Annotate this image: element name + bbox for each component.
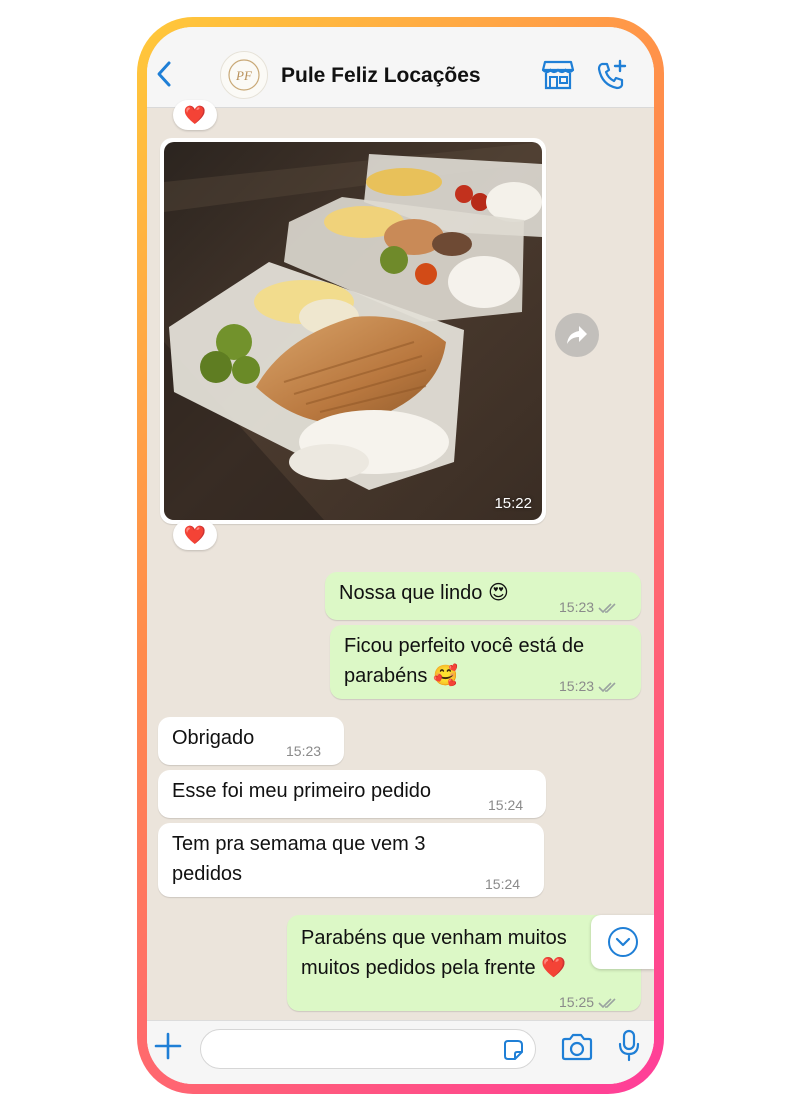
chevron-left-icon xyxy=(157,61,171,87)
outgoing-message[interactable]: Parabéns que venham muitos muitos pedido… xyxy=(287,915,641,1011)
incoming-message[interactable]: Tem pra semama que vem 3 pedidos 15:24 xyxy=(158,823,544,897)
image-message[interactable]: 15:22 xyxy=(160,138,546,524)
outgoing-message[interactable]: Ficou perfeito você está de parabéns 🥰 1… xyxy=(330,625,641,699)
sticker-icon xyxy=(504,1040,523,1060)
chat-header: PF Pule Feliz Locações xyxy=(147,27,654,108)
phone-plus-icon xyxy=(597,59,627,90)
message-time: 15:24 xyxy=(485,876,521,892)
message-text-line-2: pedidos xyxy=(172,863,243,885)
incoming-message[interactable]: Obrigado 15:23 xyxy=(158,717,344,765)
message-time: 15:23 xyxy=(286,743,322,759)
camera-icon xyxy=(561,1033,593,1061)
message-text-line-1: Tem pra semama que vem 3 xyxy=(172,833,426,855)
message-time: 15:22 xyxy=(494,495,532,512)
store-button[interactable] xyxy=(541,59,575,96)
message-text-line-2: muitos pedidos pela frente ❤️ xyxy=(301,957,567,979)
message-text: Obrigado xyxy=(172,727,255,749)
camera-button[interactable] xyxy=(560,1033,594,1066)
message-text-line-1: Parabéns que venham muitos xyxy=(301,927,567,949)
scroll-to-bottom-button[interactable] xyxy=(591,915,654,969)
food-photo[interactable] xyxy=(164,142,542,520)
heart-icon: ❤️ xyxy=(183,524,207,545)
reaction-badge[interactable]: ❤️ xyxy=(173,100,217,130)
message-text: Esse foi meu primeiro pedido xyxy=(172,780,432,802)
food-photo-image xyxy=(164,142,542,520)
double-check-icon xyxy=(598,682,616,693)
microphone-icon xyxy=(618,1029,640,1062)
heart-icon: ❤️ xyxy=(183,104,207,125)
plus-icon xyxy=(154,1032,182,1060)
forward-arrow-icon xyxy=(567,326,587,344)
time-label: 15:23 xyxy=(559,599,595,615)
double-check-icon xyxy=(598,998,616,1009)
store-icon xyxy=(541,60,575,90)
message-input[interactable] xyxy=(200,1029,536,1069)
avatar[interactable]: PF xyxy=(220,51,268,99)
chat-title[interactable]: Pule Feliz Locações xyxy=(281,64,481,88)
message-text-line-1: Ficou perfeito você está de xyxy=(344,635,585,657)
attach-button[interactable] xyxy=(153,1031,183,1066)
brand-logo: PF xyxy=(228,59,260,91)
call-button[interactable] xyxy=(595,59,629,98)
chevron-down-circle-icon xyxy=(607,927,638,957)
avatar-initials: PF xyxy=(235,68,253,83)
message-text-line-2: parabéns 🥰 xyxy=(344,665,458,687)
sticker-button[interactable] xyxy=(501,1038,525,1067)
message-time: 15:23 xyxy=(559,592,618,622)
message-time: 15:23 xyxy=(559,671,618,701)
message-time: 15:25 xyxy=(559,987,618,1011)
incoming-message[interactable]: Esse foi meu primeiro pedido 15:24 xyxy=(158,770,546,818)
message-time: 15:24 xyxy=(488,797,524,813)
double-check-icon xyxy=(598,603,616,614)
outgoing-message[interactable]: Nossa que lindo 😍 15:23 xyxy=(325,572,641,620)
time-label: 15:25 xyxy=(559,994,595,1010)
microphone-button[interactable] xyxy=(617,1029,641,1068)
time-label: 15:23 xyxy=(559,678,595,694)
back-button[interactable] xyxy=(151,57,181,91)
message-input-bar xyxy=(147,1020,654,1084)
forward-button[interactable] xyxy=(555,313,599,357)
chat-screen: PF Pule Feliz Locações ❤️ 15:22 ❤️ Nossa… xyxy=(147,27,654,1084)
message-text: Nossa que lindo 😍 xyxy=(339,582,509,604)
reaction-badge[interactable]: ❤️ xyxy=(173,520,217,550)
